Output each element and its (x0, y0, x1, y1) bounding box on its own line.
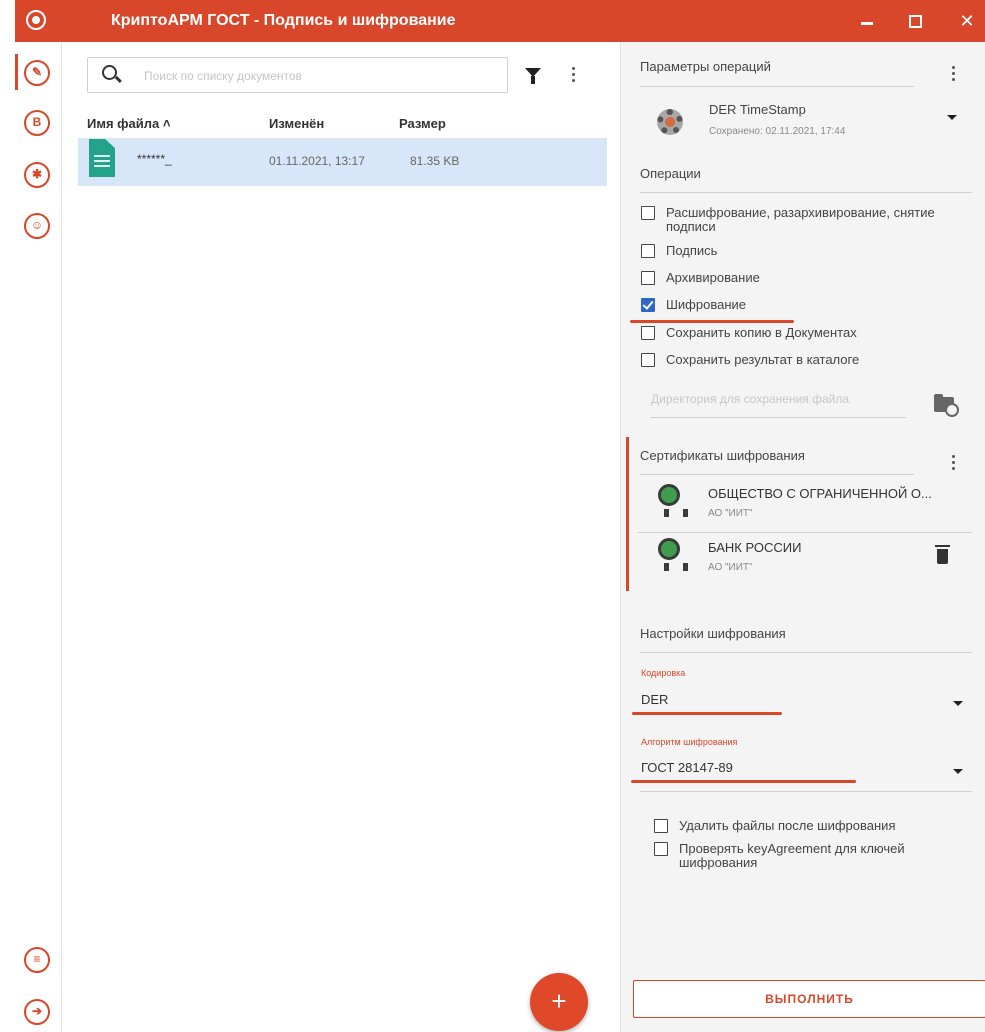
file-name: ******_ (137, 152, 172, 166)
minimize-button[interactable] (851, 6, 883, 36)
run-button[interactable]: ВЫПОЛНИТЬ (633, 980, 985, 1018)
document-list-pane: Имя файла ˄ Изменён Размер ******_ 01.11… (62, 42, 620, 1032)
directory-input[interactable] (651, 384, 906, 414)
title-bar: КриптоАРМ ГОСТ - Подпись и шифрование ✕ (15, 0, 985, 42)
list-menu-icon[interactable] (572, 67, 576, 85)
cert-item[interactable]: ОБЩЕСТВО С ОГРАНИЧЕННОЙ О... АО "ИИТ" (638, 482, 976, 534)
column-header-size[interactable]: Размер (399, 116, 446, 131)
checkbox-icon (654, 819, 668, 833)
checkbox-icon (641, 206, 655, 220)
directory-field (651, 384, 906, 418)
column-header-name[interactable]: Имя файла ˄ (87, 116, 170, 131)
documents-icon[interactable]: B (24, 110, 50, 136)
file-row[interactable]: ******_ 01.11.2021, 13:17 81.35 KB (78, 138, 607, 186)
preset-dropdown-icon[interactable] (947, 115, 957, 120)
file-icon (89, 139, 115, 177)
op-label: Сохранить результат в каталоге (666, 352, 860, 367)
divider (640, 652, 972, 653)
op-label: Подпись (666, 243, 718, 258)
cert-item[interactable]: БАНК РОССИИ АО "ИИТ" (638, 536, 976, 588)
option-label: Удалить файлы после шифрования (679, 818, 896, 833)
cert-title: ОБЩЕСТВО С ОГРАНИЧЕННОЙ О... (708, 486, 932, 501)
filter-icon[interactable] (525, 68, 541, 84)
op-label: Расшифрование, разархивирование, снятие … (666, 205, 935, 234)
checkbox-icon (641, 244, 655, 258)
cert-issuer: АО "ИИТ" (708, 562, 753, 573)
divider (640, 791, 972, 792)
trash-icon[interactable] (935, 545, 950, 564)
divider (640, 474, 914, 475)
highlight-marker (626, 437, 629, 591)
params-title: Параметры операций (640, 59, 771, 74)
checkbox-icon (641, 326, 655, 340)
navigation-rail: ✎ B ✱ ☺ ≡ ➔ (15, 42, 62, 1032)
maximize-icon (908, 15, 922, 28)
operations-title: Операции (640, 166, 701, 181)
encryption-settings-title: Настройки шифрования (640, 626, 786, 641)
encoding-select[interactable]: DER (641, 692, 668, 707)
option-label: Проверять keyAgreement для ключей шифров… (679, 841, 905, 870)
preset-name[interactable]: DER TimeStamp (709, 102, 806, 117)
certificate-icon (658, 484, 688, 517)
algorithm-dropdown-icon[interactable] (953, 769, 963, 774)
search-box (87, 57, 508, 93)
active-indicator (15, 54, 18, 90)
certificates-icon[interactable]: ✱ (24, 162, 50, 188)
params-menu-icon[interactable] (952, 66, 956, 84)
app-logo-icon (26, 10, 46, 30)
contacts-icon[interactable]: ☺ (24, 213, 50, 239)
encoding-label: Кодировка (641, 668, 686, 678)
highlight-underline (632, 712, 782, 715)
folder-icon[interactable] (934, 394, 959, 417)
certs-menu-icon[interactable] (952, 455, 956, 473)
highlight-underline (630, 320, 794, 323)
maximize-button[interactable] (899, 6, 931, 36)
op-label: Сохранить копию в Документах (666, 325, 857, 340)
search-input[interactable] (144, 66, 494, 86)
sign-encrypt-icon[interactable]: ✎ (24, 60, 50, 86)
checkbox-checked-icon (641, 298, 655, 312)
cert-title: БАНК РОССИИ (708, 540, 802, 555)
checkbox-icon (641, 353, 655, 367)
file-size: 81.35 KB (410, 154, 460, 168)
certs-title: Сертификаты шифрования (640, 448, 805, 463)
op-label: Шифрование (666, 297, 746, 312)
divider (640, 192, 972, 193)
add-file-button[interactable]: + (530, 973, 588, 1031)
algorithm-select[interactable]: ГОСТ 28147-89 (641, 760, 733, 775)
preset-saved: Сохранено: 02.11.2021, 17:44 (709, 126, 846, 137)
settings-pane: Параметры операций DER TimeStamp Сохране… (620, 42, 985, 1032)
checkbox-icon (654, 842, 668, 856)
op-label: Архивирование (666, 270, 760, 285)
file-modified: 01.11.2021, 13:17 (269, 154, 365, 168)
cert-issuer: АО "ИИТ" (708, 508, 753, 519)
minimize-icon (861, 22, 873, 25)
close-button[interactable]: ✕ (951, 6, 983, 36)
column-header-modified[interactable]: Изменён (269, 116, 324, 131)
search-icon (102, 65, 117, 80)
algorithm-label: Алгоритм шифрования (641, 737, 738, 747)
gear-icon (657, 109, 683, 135)
exit-icon[interactable]: ➔ (24, 999, 50, 1025)
divider (640, 86, 914, 87)
checkbox-icon (641, 271, 655, 285)
divider (638, 532, 972, 533)
highlight-underline (631, 780, 856, 783)
events-icon[interactable]: ≡ (24, 947, 50, 973)
window-title: КриптоАРМ ГОСТ - Подпись и шифрование (111, 12, 456, 29)
certificate-icon (658, 538, 688, 571)
encoding-dropdown-icon[interactable] (953, 701, 963, 706)
